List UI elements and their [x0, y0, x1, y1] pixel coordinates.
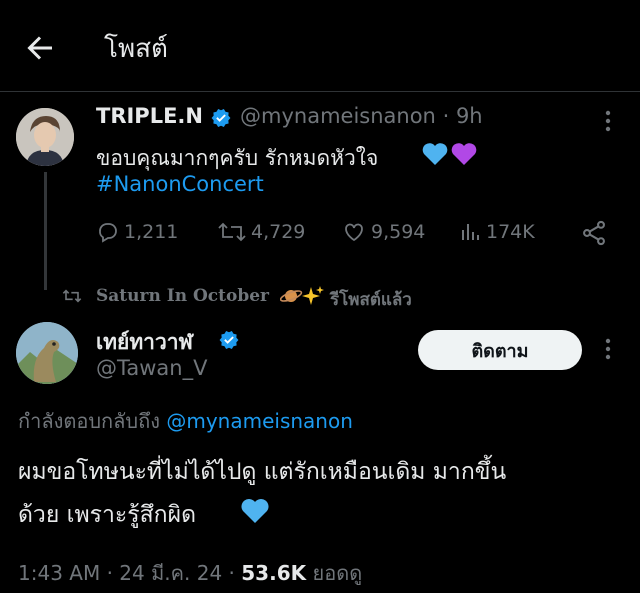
repost-icon — [218, 222, 246, 242]
repost-small-icon — [62, 287, 82, 305]
purple-heart-icon — [451, 143, 477, 165]
follow-button[interactable]: ติดตาม — [418, 330, 582, 370]
replying-to-label: กำลังตอบกลับถึง — [18, 409, 160, 433]
like-count: 9,594 — [371, 221, 426, 243]
tweet1-display-name[interactable]: TRIPLE.N — [96, 104, 203, 128]
verified-badge-icon — [218, 329, 240, 351]
verified-badge-icon — [210, 107, 232, 129]
repost-button[interactable]: 4,729 — [217, 220, 305, 244]
back-button[interactable] — [22, 30, 58, 66]
heart-outline-icon — [345, 223, 363, 242]
tweet2-date[interactable]: 24 มี.ค. 24 — [119, 561, 222, 585]
replying-to: กำลังตอบกลับถึง @mynameisnanon — [18, 405, 353, 437]
repost-count: 4,729 — [251, 221, 306, 243]
share-icon — [583, 220, 605, 246]
reply-button[interactable]: 1,211 — [96, 220, 178, 244]
views-count: 174K — [486, 221, 535, 243]
reposted-label: รีโพสต์แล้ว — [330, 290, 412, 310]
reposter-name[interactable]: Saturn In October — [96, 286, 269, 306]
tweet2-text-line2: ด้วย เพราะรู้สึกผิด — [18, 502, 197, 528]
hashtag-link[interactable]: #NanonConcert — [96, 172, 264, 196]
tweet1-handle[interactable]: @mynameisnanon — [240, 104, 436, 128]
page-title: โพสต์ — [104, 34, 168, 64]
like-button[interactable]: 9,594 — [341, 220, 425, 244]
more-options-icon[interactable] — [598, 336, 618, 362]
sparkles-icon — [302, 286, 324, 305]
avatar-tawan[interactable] — [16, 322, 78, 384]
tweet1-hearts — [421, 141, 479, 167]
tweet2-handle[interactable]: @Tawan_V — [96, 356, 207, 380]
analytics-icon — [462, 224, 479, 240]
replying-to-handle[interactable]: @mynameisnanon — [166, 409, 353, 433]
arrow-left-icon — [27, 36, 52, 60]
ringed-planet-icon — [279, 290, 303, 302]
thread-line — [44, 172, 47, 290]
reply-icon — [99, 223, 117, 243]
share-button[interactable] — [580, 219, 608, 247]
more-options-icon[interactable] — [598, 108, 618, 134]
tweet2-text-line1: ผมขอโทษนะที่ไม่ได้ไปดู แต่รักเหมือนเดิม … — [18, 459, 507, 485]
avatar-triple-n[interactable] — [16, 108, 74, 166]
tweet1-text: ขอบคุณมากๆครับ รักหมดหัวใจ — [96, 146, 379, 170]
tweet2-footer: 1:43 AM · 24 มี.ค. 24 · 53.6K ยอดดู — [18, 561, 363, 585]
tweet2-display-name[interactable]: เทย์ทาวาฬ — [96, 326, 193, 359]
meta-separator: · — [442, 104, 450, 128]
tweet2-views-count: 53.6K — [241, 561, 307, 585]
tweet2-views-label: ยอดดู — [312, 561, 363, 585]
views-button[interactable]: 174K — [458, 220, 535, 244]
tweet2-time[interactable]: 1:43 AM — [18, 561, 100, 585]
blue-heart-icon — [422, 143, 448, 165]
reposter-emoji — [279, 285, 324, 307]
tweet1-time[interactable]: 9h — [456, 104, 483, 128]
blue-heart-icon — [240, 496, 270, 526]
reply-count: 1,211 — [124, 221, 179, 243]
header-divider — [0, 91, 640, 92]
